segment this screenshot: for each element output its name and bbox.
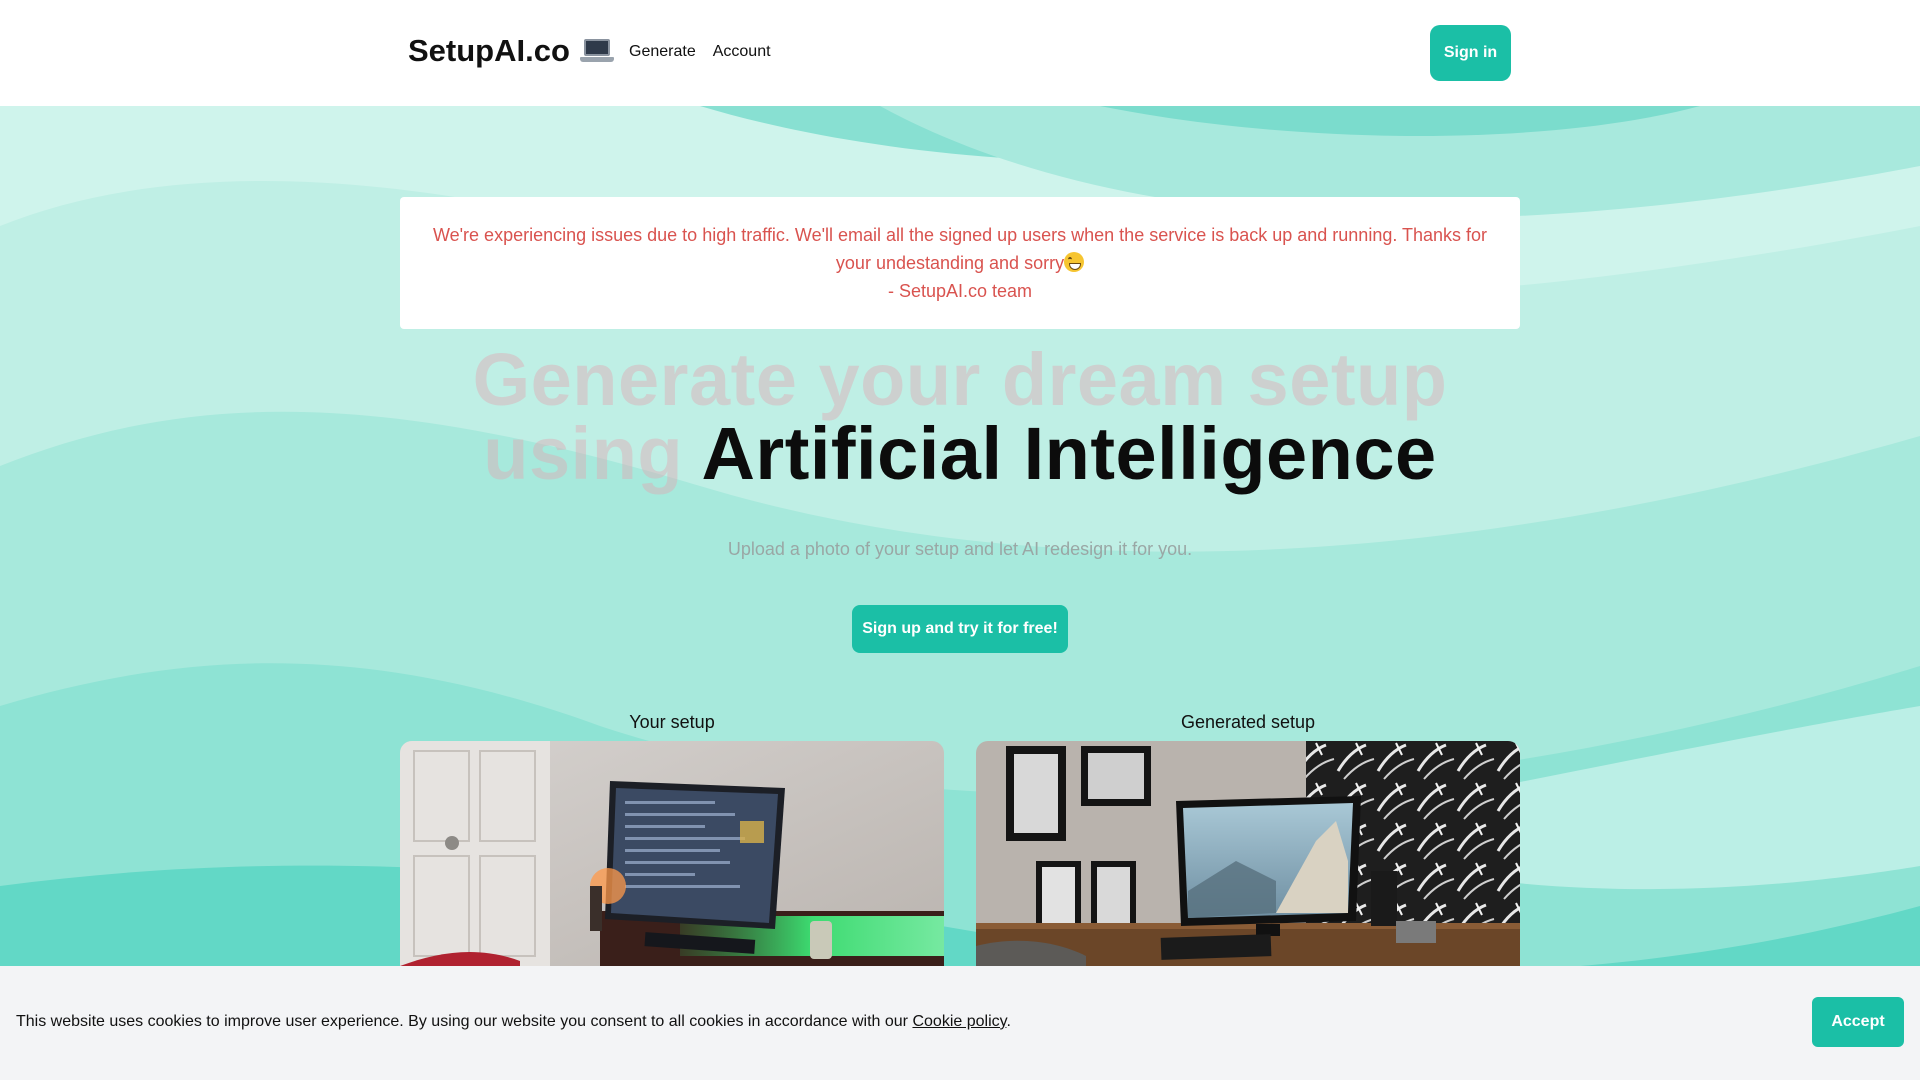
laptop-icon: [579, 37, 614, 65]
headline-faded-1: Generate your dream setup: [472, 338, 1448, 421]
top-navbar: SetupAI.co Generate Account Sign in: [0, 0, 1920, 106]
cookie-message: This website uses cookies to improve use…: [16, 1013, 1011, 1031]
headline-strong: Artificial Intelligence: [701, 412, 1437, 495]
cookie-trailing: .: [1006, 1013, 1011, 1030]
hero-subtitle: Upload a photo of your setup and let AI …: [727, 539, 1193, 559]
generated-setup-title: Generated setup: [1180, 712, 1316, 732]
accept-cookies-button[interactable]: Accept: [1812, 997, 1904, 1047]
logo[interactable]: SetupAI.co: [408, 33, 614, 69]
cookie-policy-link[interactable]: Cookie policy: [912, 1013, 1006, 1030]
your-setup-photo: [400, 741, 944, 981]
nav-generate-link[interactable]: Generate: [629, 43, 696, 61]
headline-faded-2: using: [483, 412, 684, 495]
signup-cta-button[interactable]: Sign up and try it for free!: [852, 605, 1068, 653]
alert-signature: - SetupAI.co team: [887, 281, 1033, 301]
nav-account-link[interactable]: Account: [713, 43, 771, 61]
your-setup-title: Your setup: [629, 712, 715, 732]
cookie-text: This website uses cookies to improve use…: [16, 1013, 909, 1030]
hero-headline: Generate your dream setup using Artifici…: [400, 343, 1520, 491]
sign-in-button[interactable]: Sign in: [1430, 25, 1511, 81]
alert-line-2: your undestanding and sorry: [835, 253, 1065, 273]
logo-text: SetupAI.co: [408, 33, 570, 68]
grinning-face-icon: [1064, 252, 1085, 272]
alert-line-2-wrapper: your undestanding and sorry: [835, 249, 1085, 277]
generated-setup-photo: [976, 741, 1520, 981]
traffic-alert: We're experiencing issues due to high tr…: [400, 197, 1520, 329]
main-nav: Generate Account: [629, 43, 771, 61]
alert-line-1: We're experiencing issues due to high tr…: [432, 225, 1488, 245]
